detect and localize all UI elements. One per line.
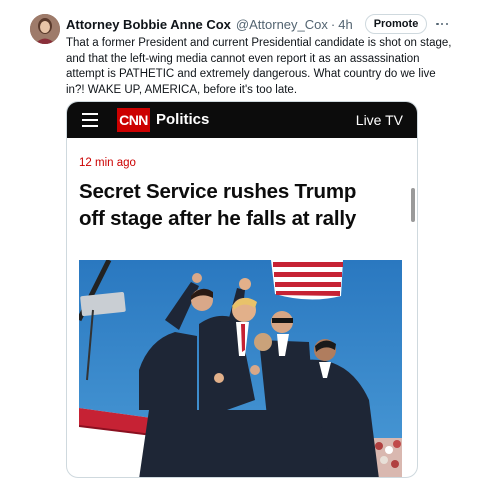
section-name: Politics	[156, 111, 210, 128]
scroll-indicator	[411, 188, 415, 222]
tweet-text-line: That a former President and current Pres…	[66, 37, 452, 49]
cnn-nav-bar: CNN Politics Live TV	[67, 102, 417, 138]
author-avatar[interactable]	[30, 14, 60, 44]
tweet-text-line: attempt is PATHETIC and extremely danger…	[66, 68, 436, 80]
tweet[interactable]: Attorney Bobbie Anne Cox @Attorney_Cox ·…	[0, 0, 478, 500]
article-headline: Secret Service rushes Trump off stage af…	[79, 178, 404, 232]
tweet-timestamp[interactable]: 4h	[338, 17, 352, 32]
avatar-image	[30, 14, 60, 44]
rally-photo	[79, 260, 402, 477]
tweet-media-screenshot[interactable]: CNN Politics Live TV 12 min ago Secret S…	[66, 101, 418, 478]
tweet-text-line: in?! WAKE UP, AMERICA, before it's too l…	[66, 83, 298, 96]
headline-line: off stage after he falls at rally	[79, 207, 357, 230]
headline-line: Secret Service rushes Trump	[79, 180, 357, 203]
american-flag	[271, 260, 343, 300]
promote-button[interactable]: Promote	[365, 14, 427, 34]
live-tv-link: Live TV	[355, 112, 403, 128]
hamburger-menu-icon	[82, 113, 98, 127]
tweet-text-line: and that the left-wing media cannot even…	[66, 52, 420, 65]
separator: ·	[330, 16, 336, 32]
article-timestamp: 12 min ago	[79, 157, 136, 169]
more-options-icon[interactable]	[434, 17, 450, 31]
cnn-logo: CNN	[117, 108, 150, 132]
author-handle[interactable]: @Attorney_Cox	[236, 17, 328, 32]
article-photo	[79, 260, 402, 477]
author-name[interactable]: Attorney Bobbie Anne Cox	[66, 17, 231, 32]
tweet-text: That a former President and current Pres…	[66, 36, 456, 98]
